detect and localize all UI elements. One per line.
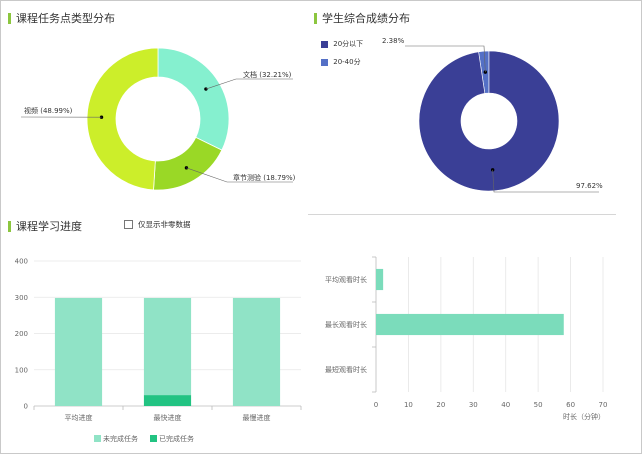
x-tick-label: 最慢进度 [243,413,271,422]
legend-swatch [94,435,101,442]
duration-bar-chart: 0 10 20 30 40 50 60 70 平均观看时长最长观看时长最短观看时长时长（分钟） [325,256,608,421]
y-tick-label: 300 [15,294,28,302]
hbar-group: 0 10 20 30 40 50 60 70 平均观看时长最长观看时长最短观看时长时长（分钟） [325,256,608,421]
y-tick-label: 最长观看时长 [325,320,367,329]
x-tick-label: 最快进度 [154,413,182,422]
slice-label-20-40: 2.38% [382,37,405,45]
title-accent-bar [8,220,11,232]
slice-label-below-20: 97.62% [576,182,603,190]
bar [376,313,564,336]
dashboard-frame: 课程任务点类型分布 学生综合成绩分布 文档 (32.21%) 章节测验 (18.7… [0,0,642,454]
x-tick-label: 平均进度 [65,413,93,422]
legend-label: 已完成任务 [159,434,194,443]
x-tick-label: 20 [436,401,445,409]
x-axis-label: 时长（分钟） [563,412,605,421]
section-divider [308,214,616,215]
x-tick-label: 70 [599,401,608,409]
y-tick-label: 0 [24,403,28,411]
x-tick-label: 40 [501,401,510,409]
x-tick-label: 10 [404,401,413,409]
y-tick-label: 最短观看时长 [325,365,367,374]
progress-bar-chart: 0 100 200 300 400 平均进度 最快进度 最慢进度未完成任务 已完成任务 [15,258,302,443]
y-tick-label: 平均观看时长 [325,275,367,284]
bar-segment [143,395,192,406]
y-tick-label: 400 [15,258,28,266]
nonzero-filter-checkbox[interactable]: 仅显示非零数据 [124,219,191,230]
legend-swatch [150,435,157,442]
bar-segment [54,297,103,406]
progress-title: 课程学习进度 [8,218,82,234]
progress-title-text: 课程学习进度 [16,220,82,233]
x-tick-label: 0 [374,401,378,409]
bar-segment [232,297,281,406]
y-tick-label: 100 [15,366,28,374]
bar [376,268,384,291]
legend-label: 未完成任务 [103,434,138,443]
checkbox-box[interactable] [124,220,133,229]
x-tick-label: 60 [566,401,575,409]
score-dist-pie-chart: 2.38% 97.62% [382,37,603,193]
bar-segment [143,297,192,396]
checkbox-label: 仅显示非零数据 [138,220,191,229]
vbar-group: 0 100 200 300 400 平均进度 最快进度 最慢进度未完成任务 已完成任务 [15,258,302,443]
pie-slice [418,50,560,192]
pie2-group: 2.38% 97.62% [382,37,603,193]
x-tick-label: 30 [469,401,478,409]
y-tick-label: 200 [15,330,28,338]
x-tick-label: 50 [534,401,543,409]
